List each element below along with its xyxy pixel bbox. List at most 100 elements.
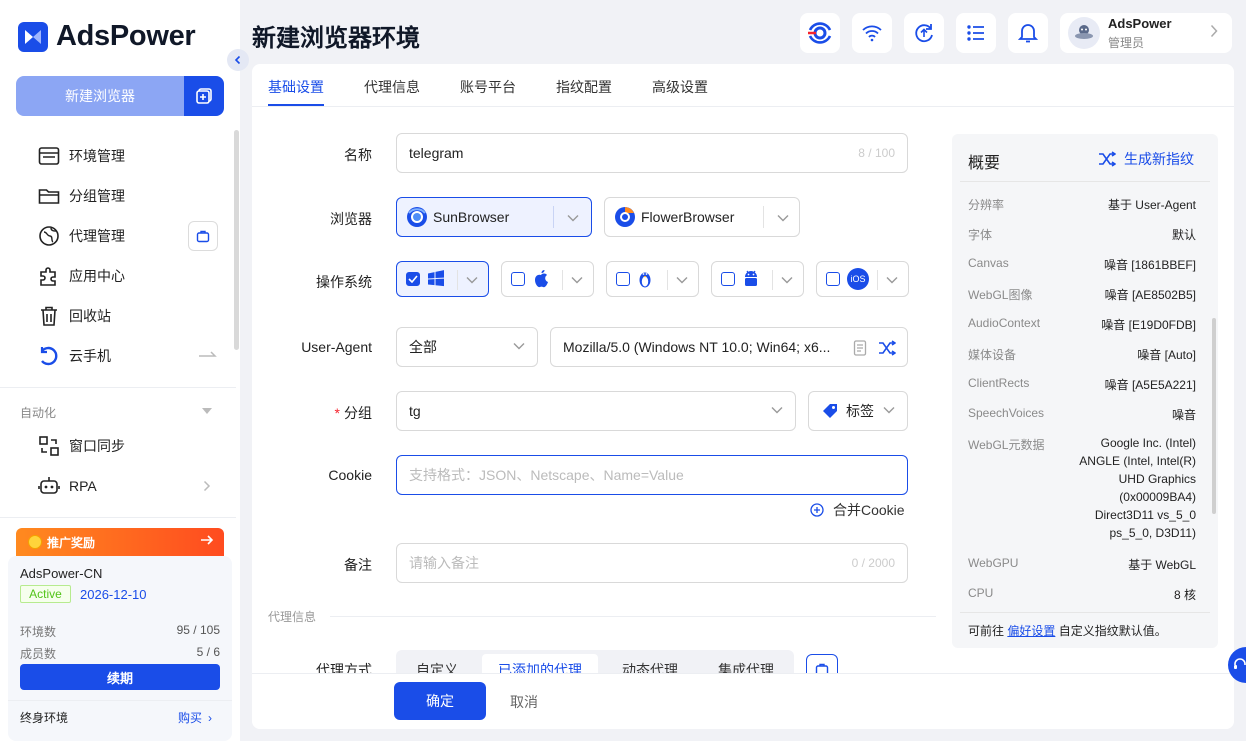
linux-penguin-icon xyxy=(637,269,653,289)
renew-button[interactable]: 续期 xyxy=(20,664,220,690)
proxy-lock-button[interactable] xyxy=(188,221,218,251)
adspower-logo-icon xyxy=(18,22,48,52)
chevron-down-icon xyxy=(777,214,789,222)
checkbox[interactable] xyxy=(616,272,630,286)
os-option-linux[interactable] xyxy=(606,261,699,297)
shuffle-icon xyxy=(1098,151,1116,167)
buy-label: 购买 xyxy=(178,711,203,725)
sidebar-item-window-sync[interactable]: 窗口同步 xyxy=(36,432,125,460)
browser-option-sunbrowser[interactable]: SunBrowser xyxy=(396,197,592,237)
tab-proxy[interactable]: 代理信息 xyxy=(364,77,420,97)
name-field[interactable]: telegram 8 / 100 xyxy=(396,133,908,173)
browser-option-flowerbrowser[interactable]: FlowerBrowser xyxy=(604,197,800,237)
group-select[interactable]: tg xyxy=(396,391,796,431)
select-divider xyxy=(877,270,878,290)
document-icon[interactable] xyxy=(853,340,867,356)
puzzle-icon xyxy=(36,263,62,289)
chevron-down-icon xyxy=(466,276,478,284)
merge-cookie-label: 合并Cookie xyxy=(833,502,905,518)
checkbox[interactable] xyxy=(721,272,735,286)
sidebar-item-trash[interactable]: 回收站 xyxy=(36,302,111,330)
os-option-android[interactable] xyxy=(711,261,804,297)
caret-down-icon[interactable] xyxy=(202,408,212,414)
chevron-down-icon xyxy=(781,276,793,284)
cookie-field[interactable]: 支持格式：JSON、Netscape、Name=Value xyxy=(396,455,908,495)
lifetime-env-label: 终身环境 xyxy=(20,711,69,725)
wifi-icon xyxy=(861,24,883,42)
sidebar-item-groups[interactable]: 分组管理 xyxy=(36,182,125,210)
plus-circle-icon xyxy=(810,503,824,517)
overview-key: WebGL图像 xyxy=(968,288,1033,302)
chevron-down-icon xyxy=(676,276,688,284)
overview-scrollbar[interactable] xyxy=(1212,318,1216,514)
arrow-right-icon xyxy=(200,535,214,545)
cookie-placeholder: 支持格式：JSON、Netscape、Name=Value xyxy=(409,467,684,483)
group-label: * 分组 xyxy=(252,403,372,423)
arrow-right-icon xyxy=(198,350,218,360)
sidebar-divider xyxy=(0,517,236,518)
collapse-sidebar-button[interactable] xyxy=(227,49,249,71)
sidebar-item-env[interactable]: 环境管理 xyxy=(36,142,125,170)
note-placeholder: 请输入备注 xyxy=(409,555,479,571)
tab-basic[interactable]: 基础设置 xyxy=(268,77,324,97)
tab-fingerprint[interactable]: 指纹配置 xyxy=(556,77,612,97)
overview-key: WebGL元数据 xyxy=(968,438,1045,452)
new-browser-button[interactable]: 新建浏览器 xyxy=(16,76,184,116)
group-label-text: 分组 xyxy=(344,405,372,421)
chevron-down-icon xyxy=(771,406,783,414)
os-option-windows[interactable] xyxy=(396,261,489,297)
generate-fingerprint-button[interactable]: 生成新指纹 xyxy=(1098,149,1194,169)
overview-title: 概要 xyxy=(968,155,1001,172)
sync-brand-button[interactable] xyxy=(800,13,840,53)
overview-value: 噪音 [E19D0FDB] xyxy=(1101,318,1196,332)
folder-icon xyxy=(36,183,62,209)
promo-banner[interactable]: 推广奖励 xyxy=(16,528,224,556)
sidebar-item-apps[interactable]: 应用中心 xyxy=(36,262,125,290)
overview-value: 噪音 [A5E5A221] xyxy=(1104,378,1196,392)
checkbox[interactable] xyxy=(826,272,840,286)
ua-scope-select[interactable]: 全部 xyxy=(396,327,538,367)
os-option-macos[interactable] xyxy=(501,261,594,297)
ua-scope-value: 全部 xyxy=(409,339,437,355)
notifications-button[interactable] xyxy=(1008,13,1048,53)
webgl-metadata-value: Google Inc. (Intel) ANGLE (Intel, Intel(… xyxy=(1066,434,1196,542)
tasks-button[interactable] xyxy=(956,13,996,53)
confirm-button[interactable]: 确定 xyxy=(394,682,486,720)
select-divider xyxy=(667,270,668,290)
expire-date: 2026-12-10 xyxy=(80,587,147,602)
tab-platform[interactable]: 账号平台 xyxy=(460,77,516,97)
sidebar-item-proxy[interactable]: 代理管理 xyxy=(36,222,125,250)
sidebar-item-label: 回收站 xyxy=(69,308,111,324)
update-button[interactable] xyxy=(904,13,944,53)
user-agent-value: Mozilla/5.0 (Windows NT 10.0; Win64; x6.… xyxy=(563,339,831,355)
orbit-sync-icon xyxy=(805,18,835,48)
checkbox[interactable] xyxy=(511,272,525,286)
chevron-right-icon: › xyxy=(208,711,213,725)
tag-select[interactable]: 标签 xyxy=(808,391,908,431)
sidebar-scrollbar[interactable] xyxy=(234,130,239,350)
bell-icon xyxy=(1018,22,1038,44)
tab-advanced[interactable]: 高级设置 xyxy=(652,77,708,97)
browser-name: SunBrowser xyxy=(433,209,510,225)
network-button[interactable] xyxy=(852,13,892,53)
cancel-button[interactable]: 取消 xyxy=(510,692,538,712)
preferences-link[interactable]: 偏好设置 xyxy=(1007,624,1055,638)
user-agent-label: User-Agent xyxy=(301,339,372,355)
card-divider xyxy=(8,700,232,701)
overview-value: 默认 xyxy=(1171,228,1196,242)
name-label: 名称 xyxy=(344,147,372,163)
globe-pin-icon xyxy=(36,223,62,249)
user-agent-field[interactable]: Mozilla/5.0 (Windows NT 10.0; Win64; x6.… xyxy=(550,327,908,367)
checkbox-checked[interactable] xyxy=(406,272,420,286)
apple-icon xyxy=(532,269,550,289)
quick-add-button[interactable] xyxy=(184,76,224,116)
sidebar-item-cloud-phone[interactable]: 云手机 xyxy=(36,342,111,370)
note-field[interactable]: 请输入备注 0 / 2000 xyxy=(396,543,908,583)
sidebar-item-rpa[interactable]: RPA xyxy=(36,472,97,500)
os-option-ios[interactable]: iOS xyxy=(816,261,909,297)
shuffle-icon[interactable] xyxy=(878,340,896,356)
buy-link[interactable]: 购买 › xyxy=(178,709,212,726)
os-label: 操作系统 xyxy=(316,274,372,290)
merge-cookie-button[interactable]: 合并Cookie xyxy=(810,500,905,520)
overview-value: 噪音 [Auto] xyxy=(1137,348,1196,362)
